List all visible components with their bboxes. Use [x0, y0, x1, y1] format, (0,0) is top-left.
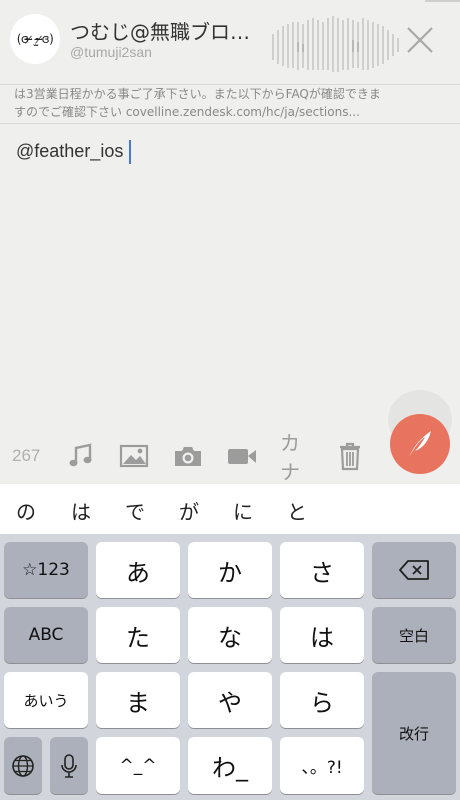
suggestion-item[interactable]: は: [71, 496, 91, 525]
globe-key[interactable]: [4, 737, 42, 794]
tweet-header: (ɞ ̴̶̷ ·̫ ̴̶̷ɞ) つむじ@無職ブロ… @tumuji2san: [0, 0, 460, 84]
microphone-icon: [61, 753, 77, 778]
kana-key-na[interactable]: な: [188, 607, 272, 663]
suggestion-item[interactable]: で: [125, 496, 145, 525]
trash-icon[interactable]: [334, 440, 366, 472]
suggestion-item[interactable]: が: [179, 496, 199, 525]
kana-key-sa[interactable]: さ: [280, 542, 364, 598]
backspace-icon: [399, 560, 429, 580]
emoticon-key[interactable]: ^_^: [96, 737, 180, 794]
kana-mode-key[interactable]: あいう: [4, 672, 88, 728]
suggestion-item[interactable]: に: [233, 496, 253, 525]
display-name: つむじ@無職ブロ…: [70, 20, 250, 44]
abc-mode-key[interactable]: ABC: [4, 607, 88, 663]
numbers-mode-key[interactable]: ☆123: [4, 542, 88, 598]
header-banner-image: [272, 16, 399, 72]
kana-key-ha[interactable]: は: [280, 607, 364, 663]
close-icon[interactable]: [404, 24, 436, 56]
send-button[interactable]: [390, 414, 450, 474]
suggestion-item[interactable]: と: [287, 496, 307, 525]
feather-icon: [409, 431, 431, 457]
compose-toolbar: 267 カナ: [0, 428, 380, 484]
kana-key-ka[interactable]: か: [188, 542, 272, 598]
top-rule: [425, 0, 460, 2]
text-caret: [129, 140, 132, 164]
kana-key-wa[interactable]: わ_: [188, 737, 272, 794]
camera-icon[interactable]: [172, 440, 204, 472]
globe-icon: [12, 754, 34, 777]
quote-line-2: すのでご確認下さい covelline.zendesk.com/hc/ja/se…: [14, 105, 360, 119]
kana-key-ma[interactable]: ま: [96, 672, 180, 728]
kana-key-ya[interactable]: や: [188, 672, 272, 728]
kana-key-ra[interactable]: ら: [280, 672, 364, 728]
dictation-key[interactable]: [50, 737, 88, 794]
compose-text: @feather_ios: [16, 140, 124, 161]
music-icon[interactable]: [64, 440, 96, 472]
compose-text-field[interactable]: @feather_ios: [16, 140, 132, 164]
avatar[interactable]: (ɞ ̴̶̷ ·̫ ̴̶̷ɞ): [10, 14, 60, 64]
quoted-tweet-text: は3営業日程かかる事ご了承下さい。また以下からFAQが確認できま すのでご確認下…: [0, 84, 460, 124]
suggestion-item[interactable]: の: [16, 496, 36, 525]
enter-key[interactable]: 改行: [372, 672, 456, 794]
japanese-flick-keyboard: ☆123 あ か さ ABC た な は 空白 あいう ま や ら 改行 ^_^…: [0, 534, 460, 800]
quote-line-1: は3営業日程かかる事ご了承下さい。また以下からFAQが確認できま: [14, 87, 381, 101]
punctuation-key[interactable]: 、。?!: [280, 737, 364, 794]
prediction-bar: の は で が に と: [0, 484, 460, 534]
character-count: 267: [12, 446, 41, 465]
image-icon[interactable]: [118, 440, 150, 472]
kana-key-ta[interactable]: た: [96, 607, 180, 663]
katakana-icon[interactable]: カナ: [280, 431, 312, 484]
backspace-key[interactable]: [372, 542, 456, 598]
video-icon[interactable]: [226, 440, 258, 472]
kana-key-a[interactable]: あ: [96, 542, 180, 598]
user-handle: @tumuji2san: [70, 44, 152, 60]
space-key[interactable]: 空白: [372, 607, 456, 663]
